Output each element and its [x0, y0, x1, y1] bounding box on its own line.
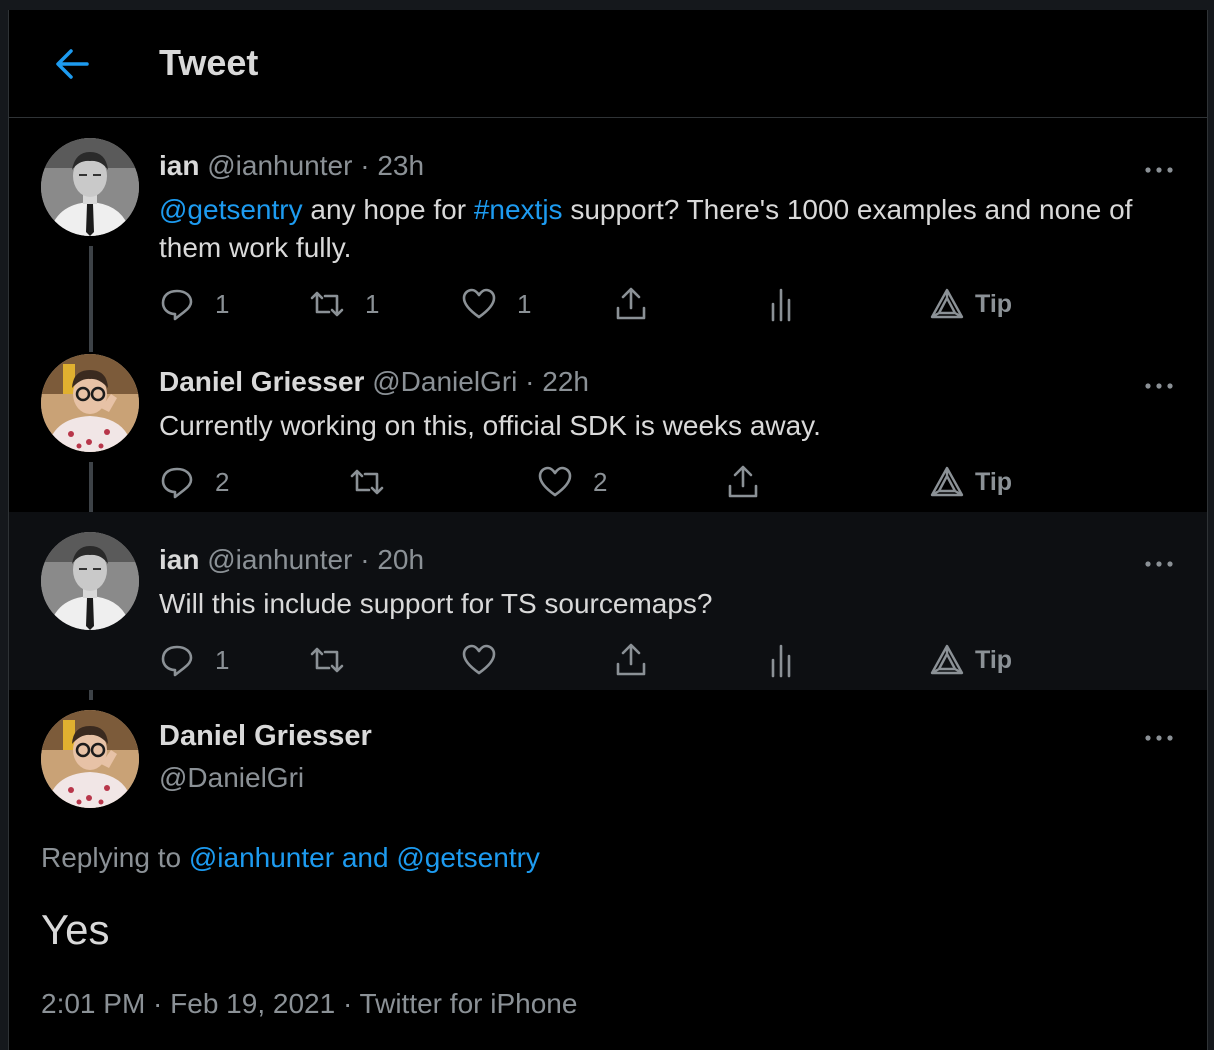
thread-tweet[interactable]: ian @ianhunter · 23h @getsentry any hope…	[9, 118, 1207, 334]
replying-to: Replying to @ianhunter and @getsentry	[41, 842, 540, 874]
avatar-photo	[41, 532, 139, 630]
separator-dot: ·	[360, 544, 370, 575]
more-options-button[interactable]	[1143, 554, 1175, 574]
tweet-actions: 2 2 Tip	[159, 462, 1059, 506]
retweet-button[interactable]: 1	[309, 284, 379, 324]
replying-prefix: Replying to	[41, 842, 189, 873]
retweet-button[interactable]	[309, 640, 345, 680]
author-name[interactable]: ian	[159, 544, 199, 575]
more-options-button[interactable]	[1143, 160, 1175, 180]
tip-icon	[930, 644, 964, 675]
like-count: 2	[593, 466, 608, 497]
tweet-text: @getsentry any hope for #nextjs support?…	[159, 191, 1139, 267]
page-header: Tweet	[9, 10, 1207, 118]
retweet-icon	[310, 291, 344, 317]
reply-bubble-icon	[161, 467, 193, 499]
tip-label: Tip	[975, 467, 1013, 496]
tweet-page: Tweet ian @ianhunter · 23h @getsentry an…	[8, 10, 1208, 1050]
tweet-time[interactable]: 20h	[377, 544, 424, 575]
avatar-photo	[41, 138, 139, 236]
analytics-button[interactable]	[763, 284, 799, 324]
hashtag-link[interactable]: #nextjs	[474, 194, 563, 225]
analytics-button[interactable]	[763, 640, 799, 680]
main-tweet-author-name[interactable]: Daniel Griesser	[159, 720, 372, 753]
thread-tweet[interactable]: ian @ianhunter · 20h Will this include s…	[9, 512, 1207, 690]
share-icon	[616, 643, 646, 676]
share-button[interactable]	[613, 284, 649, 324]
more-dots-icon	[1145, 735, 1173, 741]
avatar[interactable]	[41, 354, 139, 452]
more-dots-icon	[1145, 561, 1173, 567]
share-button[interactable]	[725, 462, 761, 502]
author-name[interactable]: Daniel Griesser	[159, 366, 364, 397]
tip-button[interactable]: Tip	[929, 462, 1012, 502]
tip-label: Tip	[975, 289, 1013, 318]
author-handle[interactable]: @DanielGri	[372, 366, 517, 397]
reply-count: 1	[215, 644, 230, 675]
main-tweet-text: Yes	[41, 906, 110, 953]
replying-to-links[interactable]: @ianhunter and @getsentry	[189, 842, 540, 873]
mention-link[interactable]: @getsentry	[159, 194, 303, 225]
retweet-icon	[350, 469, 384, 495]
heart-icon	[538, 466, 572, 497]
author-handle[interactable]: @ianhunter	[207, 150, 352, 181]
tweet-text-segment: any hope for	[302, 194, 474, 225]
separator-dot: ·	[360, 150, 370, 181]
main-tweet-timestamp[interactable]: 2:01 PM · Feb 19, 2021 · Twitter for iPh…	[41, 988, 577, 1020]
reply-button[interactable]: 1	[159, 640, 229, 680]
retweet-button[interactable]	[349, 462, 385, 502]
share-icon	[616, 287, 646, 320]
author-handle[interactable]: @ianhunter	[207, 544, 352, 575]
heart-icon	[462, 288, 496, 319]
analytics-icon	[771, 288, 791, 322]
tweet-text: Currently working on this, official SDK …	[159, 410, 821, 441]
analytics-icon	[771, 644, 791, 678]
tweet-text: Will this include support for TS sourcem…	[159, 588, 713, 619]
page-title: Tweet	[159, 42, 259, 83]
tweet-actions: 1 Tip	[159, 640, 1059, 684]
tweet-time[interactable]: 22h	[542, 366, 589, 397]
more-dots-icon	[1145, 167, 1173, 173]
tip-icon	[930, 466, 964, 497]
avatar[interactable]	[41, 532, 139, 630]
tip-button[interactable]: Tip	[929, 640, 1012, 680]
thread-tweet[interactable]: Daniel Griesser @DanielGri · 22h Current…	[9, 334, 1207, 512]
avatar-photo	[41, 354, 139, 452]
avatar[interactable]	[41, 138, 139, 236]
reply-bubble-icon	[161, 289, 193, 321]
main-tweet-avatar[interactable]	[41, 710, 139, 808]
tip-icon	[930, 288, 964, 319]
like-count: 1	[517, 288, 532, 319]
retweet-icon	[310, 647, 344, 673]
more-options-button[interactable]	[1143, 728, 1175, 748]
arrow-left-icon	[56, 49, 89, 79]
separator-dot: ·	[525, 366, 535, 397]
share-icon	[728, 465, 758, 498]
main-tweet-author-handle[interactable]: @DanielGri	[159, 762, 304, 794]
more-dots-icon	[1145, 383, 1173, 389]
heart-icon	[462, 644, 496, 675]
retweet-count: 1	[365, 288, 380, 319]
reply-bubble-icon	[161, 645, 193, 677]
like-button[interactable]: 2	[537, 462, 607, 502]
tweet-header: Daniel Griesser @DanielGri · 22h	[159, 366, 589, 398]
more-options-button[interactable]	[1143, 376, 1175, 396]
author-name[interactable]: ian	[159, 150, 199, 181]
tweet-header: ian @ianhunter · 20h	[159, 544, 424, 576]
share-button[interactable]	[613, 640, 649, 680]
like-button[interactable]: 1	[461, 284, 531, 324]
back-button[interactable]	[53, 46, 91, 82]
reply-count: 2	[215, 466, 230, 497]
tweet-header: ian @ianhunter · 23h	[159, 150, 424, 182]
tweet-time[interactable]: 23h	[377, 150, 424, 181]
tweet-actions: 1 1 1 Tip	[159, 284, 1059, 328]
like-button[interactable]	[461, 640, 497, 680]
reply-button[interactable]: 1	[159, 284, 229, 324]
avatar-photo	[41, 710, 139, 808]
tip-label: Tip	[975, 645, 1013, 674]
tip-button[interactable]: Tip	[929, 284, 1012, 324]
reply-count: 1	[215, 288, 230, 319]
reply-button[interactable]: 2	[159, 462, 229, 502]
